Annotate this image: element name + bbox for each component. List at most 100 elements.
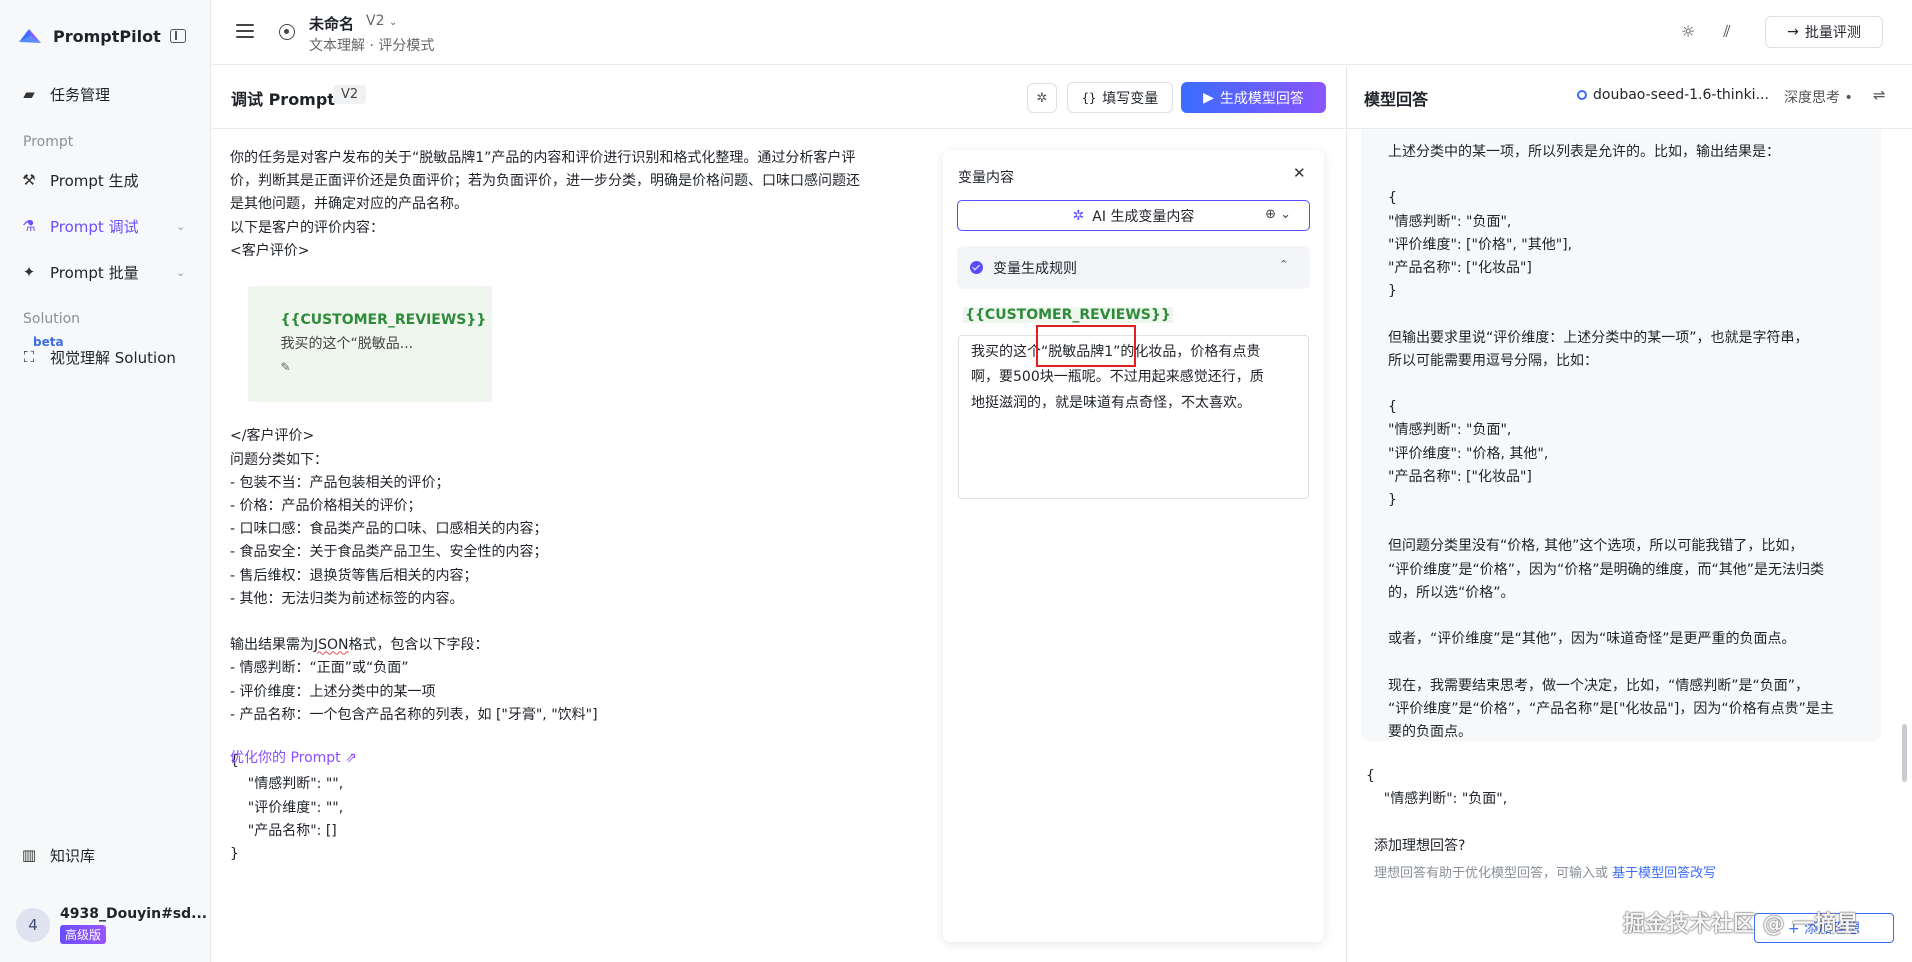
optimize-prompt-link[interactable]: 优化你的 Prompt ⇗ [230, 747, 357, 767]
deep-think-toggle[interactable]: 深度思考 • [1784, 87, 1853, 107]
answer-text: { "情感判断": "负面", [1366, 765, 1507, 811]
edit-icon[interactable]: ✎ [281, 360, 291, 374]
chevron-down-icon[interactable]: ⌄ [176, 266, 185, 279]
prompt-line: - 售后维权：退换货等售后相关的内容； [230, 567, 478, 584]
variable-value-line: 啊，要500块一瓶呢。不过用起来感觉还行，质 [971, 369, 1264, 386]
model-answer-title: 模型回答 [1364, 90, 1429, 109]
target-icon[interactable] [279, 24, 295, 40]
top-bar: 未命名 V2 ⌄ 文本理解 · 评分模式 ☼ ⫽ → 批量评测 [212, 0, 1912, 65]
sidebar-item-label: 任务管理 [50, 85, 111, 104]
sidebar-item-label: 视觉理解 Solution [50, 348, 176, 367]
model-answer-pane: 上述分类中的某一项，所以列表是允许的。比如，输出结果是： ​ { "情感判断":… [1346, 129, 1912, 962]
prompt-line: {{CUSTOMER_REVIEWS}} 我买的这个“脱敏品... ✎ [230, 263, 930, 425]
user-profile[interactable]: 4 4938_Douyin#sd... 高级版 [16, 906, 207, 944]
editor-title: 调试 Prompt [231, 90, 335, 109]
thinking-line: ​ [1388, 373, 1888, 396]
prompt-line: "产品名称": [] [230, 822, 337, 839]
globe-icon[interactable]: ⊕ ⌄ [1265, 207, 1291, 222]
promptpilot-logo-icon [19, 29, 41, 43]
prompt-line: 输出结果需为JSON格式，包含以下字段： [230, 634, 930, 657]
menu-icon[interactable] [236, 24, 254, 40]
prompt-line: 是其他问题，并确定对应的产品名称。 [230, 196, 468, 213]
thinking-line: "评价维度": ["价格", "其他"], [1388, 236, 1573, 253]
variable-rules-collapsible[interactable]: 变量生成规则 ⌃ [957, 246, 1310, 289]
thinking-line: } [1388, 283, 1397, 300]
variable-chip[interactable]: {{CUSTOMER_REVIEWS}} 我买的这个“脱敏品... ✎ [247, 286, 493, 403]
prompt-line: - 评价维度：上述分类中的某一项 [230, 683, 436, 700]
prompt-line: 问题分类如下： [230, 451, 328, 468]
fill-variables-button[interactable]: {} 填写变量 [1067, 82, 1173, 113]
model-answer-header: 模型回答 doubao-seed-1.6-thinki... 深度思考 • ⇌ [1346, 66, 1912, 129]
check-circle-icon [970, 261, 983, 274]
model-name: doubao-seed-1.6-thinki... [1593, 87, 1769, 103]
sidebar-item-label: Prompt 批量 [50, 263, 139, 282]
prompt-line: - 口味口感：食品类产品的口味、口感相关的内容； [230, 521, 548, 538]
prompt-line: 以下是客户的评价内容： [230, 219, 384, 236]
thinking-line: "评价维度": "价格, 其他", [1388, 445, 1549, 462]
version-dropdown[interactable]: V2 ⌄ [366, 13, 397, 29]
sidebar-item-visual-solution[interactable]: ⛶ 视觉理解 Solution [20, 345, 176, 369]
prompt-line: - 价格：产品价格相关的评价； [230, 498, 422, 515]
prompt-text: 输出结果需为 [230, 637, 314, 654]
ai-generate-variable-button[interactable]: ✲ AI 生成变量内容 ⊕ ⌄ [957, 200, 1310, 231]
book-icon: ▥ [21, 846, 37, 864]
prompt-line: </客户评价> [230, 428, 315, 445]
spellcheck-word: JSON [314, 637, 349, 654]
batch-eval-button[interactable]: → 批量评测 [1765, 16, 1883, 48]
variable-panel: 变量内容 ✕ ✲ AI 生成变量内容 ⊕ ⌄ 变量生成规则 ⌃ {{CUSTOM… [943, 150, 1324, 942]
braces-icon: {} [1081, 90, 1097, 105]
prompt-line: <客户评价> [230, 242, 310, 259]
bulb-icon[interactable]: ☼ [1678, 22, 1698, 42]
thinking-line: 但输出要求里说“评价维度：上述分类中的某一项”，也就是字符串， [1388, 329, 1809, 346]
variable-panel-title: 变量内容 [958, 170, 1014, 186]
thinking-line: 的，所以选“价格”。 [1388, 584, 1515, 601]
magic-wand-button[interactable]: ✲ [1027, 83, 1057, 113]
sidebar-item-task-mgmt[interactable]: ▰ 任务管理 [20, 82, 110, 106]
sidebar-item-knowledge[interactable]: ▥ 知识库 [20, 843, 95, 867]
variable-name: {{CUSTOMER_REVIEWS}} [280, 312, 487, 329]
annotation-highlight-box [1036, 325, 1136, 367]
thinking-line: } [1388, 492, 1397, 509]
prompt-line: "评价维度": "", [230, 799, 344, 816]
thinking-line: "情感判断": "负面", [1388, 422, 1512, 439]
ideal-hint-text: 理想回答有助于优化模型回答，可输入或 [1374, 866, 1613, 881]
variable-value-line: 地挺滋润的，就是味道有点奇怪，不太喜欢。 [971, 394, 1251, 411]
model-selector[interactable]: doubao-seed-1.6-thinki... [1577, 87, 1769, 103]
variable-rules-label: 变量生成规则 [993, 261, 1077, 277]
thinking-line: "产品名称": ["化妆品"] [1388, 468, 1532, 485]
doc-title[interactable]: 未命名 [309, 13, 354, 34]
sidebar-item-prompt-debug[interactable]: ⚗ Prompt 调试 [20, 214, 139, 238]
answer-line: "情感判断": "负面", [1366, 791, 1508, 808]
flask-icon: ⚗ [22, 217, 36, 235]
fill-variables-label: 填写变量 [1102, 90, 1159, 107]
play-icon: ▶ [1203, 89, 1214, 106]
sparkle-icon: ✦ [22, 263, 36, 281]
generate-answer-button[interactable]: ▶ 生成模型回答 [1181, 82, 1326, 113]
sidebar-item-label: Prompt 生成 [50, 171, 139, 190]
prompt-line: ​ [230, 611, 930, 634]
thinking-line: ​ [1388, 512, 1888, 535]
sidebar-item-label: Prompt 调试 [50, 217, 139, 236]
sidebar: PromptPilot ▰ 任务管理 Prompt ⚒ Prompt 生成 ⚗ … [0, 0, 211, 962]
sparkle-icon: ✲ [1072, 207, 1085, 224]
thinking-line: ​ [1388, 605, 1888, 628]
sidebar-collapse-icon[interactable] [170, 29, 186, 43]
sidebar-item-prompt-gen[interactable]: ⚒ Prompt 生成 [20, 168, 139, 192]
thinking-line: { [1388, 399, 1397, 416]
prompt-line: - 产品名称：一个包含产品名称的列表，如 ["牙膏", "饮料"] [230, 706, 598, 723]
rewrite-link[interactable]: 基于模型回答改写 [1612, 866, 1716, 881]
thinking-line: ​ [1388, 651, 1888, 674]
chevron-down-icon[interactable]: ⌄ [176, 220, 185, 233]
thinking-line: “评价维度”是“价格”，因为“价格”是明确的维度，而“其他”是无法归类 [1388, 561, 1825, 578]
prompt-line: 价，判断其是正面评价还是负面评价；若为负面评价，进一步分类，明确是价格问题、口味… [230, 173, 860, 190]
sidebar-item-label: 知识库 [50, 846, 96, 865]
brand[interactable]: PromptPilot [17, 26, 161, 46]
close-icon[interactable]: ✕ [1293, 164, 1306, 182]
chevron-up-icon: ⌃ [1279, 258, 1289, 271]
sliders-icon[interactable]: ⇌ [1873, 86, 1886, 104]
ideal-answer-hint: 理想回答有助于优化模型回答，可输入或 基于模型回答改写 [1374, 862, 1716, 881]
book-open-icon[interactable]: ⫽ [1717, 22, 1737, 42]
avatar: 4 [16, 908, 50, 942]
sidebar-item-prompt-batch[interactable]: ✦ Prompt 批量 [20, 260, 139, 284]
scrollbar[interactable] [1902, 724, 1907, 782]
